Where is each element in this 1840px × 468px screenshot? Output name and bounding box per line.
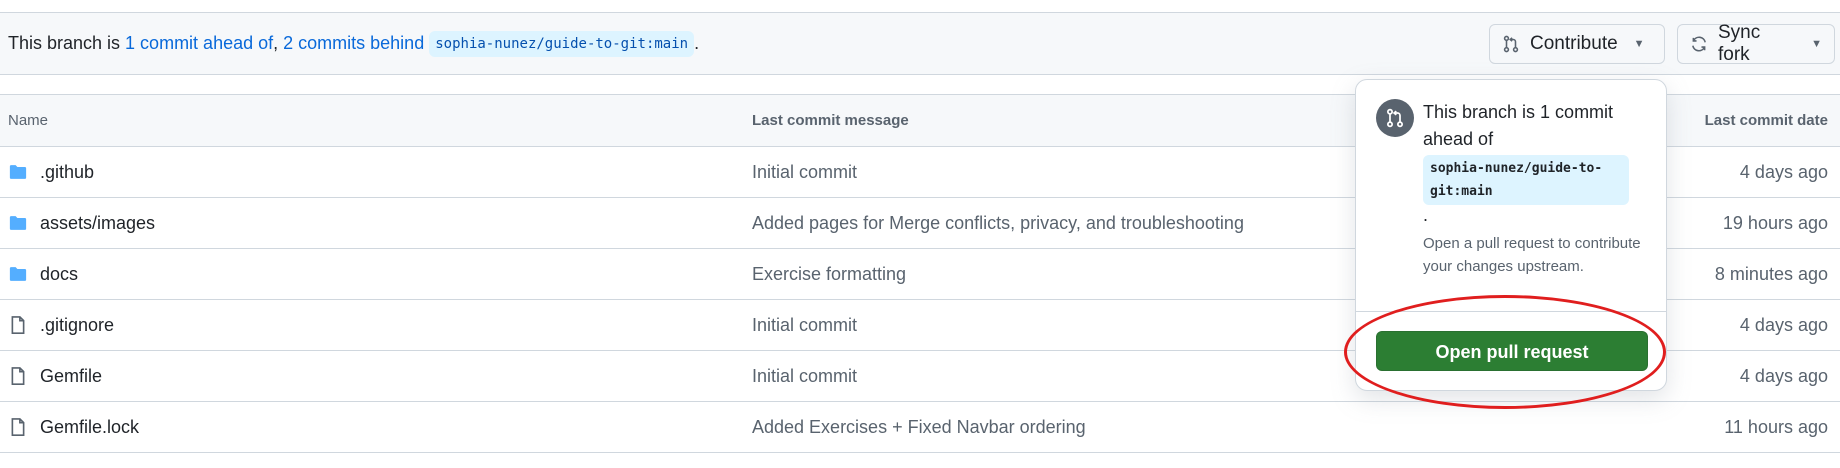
fork-status-banner: This branch is 1 commit ahead of, 2 comm… [0, 13, 1840, 75]
file-name-link[interactable]: assets/images [40, 198, 155, 248]
commit-message-link[interactable]: Exercise formatting [752, 249, 906, 299]
ahead-link[interactable]: 1 commit ahead of [125, 33, 273, 53]
sync-icon [1690, 35, 1708, 53]
commit-date: 11 hours ago [1724, 417, 1828, 437]
file-icon [8, 417, 28, 437]
commit-date: 4 days ago [1739, 162, 1828, 182]
commit-date: 8 minutes ago [1714, 264, 1828, 284]
commit-message-link[interactable]: Initial commit [752, 147, 857, 197]
contribute-label: Contribute [1530, 33, 1618, 54]
file-icon [8, 315, 28, 335]
commit-message-link[interactable]: Added pages for Merge conflicts, privacy… [752, 198, 1244, 248]
commit-date: 4 days ago [1739, 366, 1828, 386]
commit-message-link[interactable]: Added Exercises + Fixed Navbar ordering [752, 402, 1086, 452]
commit-date: 4 days ago [1739, 315, 1828, 335]
file-icon [8, 366, 28, 386]
header-name: Name [8, 112, 49, 129]
popover-title-suffix: . [1423, 205, 1429, 225]
commit-message-link[interactable]: Initial commit [752, 351, 857, 401]
file-name-link[interactable]: Gemfile [40, 351, 102, 401]
banner-separator: , [273, 33, 284, 53]
git-pull-request-icon [1376, 99, 1414, 137]
folder-icon [8, 264, 28, 284]
popover-title-text: This branch is 1 commit ahead of [1423, 102, 1614, 149]
header-last-commit-date: Last commit date [1704, 112, 1828, 129]
commit-date: 19 hours ago [1722, 213, 1828, 233]
header-last-commit-message: Last commit message [752, 112, 909, 129]
file-name-link[interactable]: .gitignore [40, 300, 114, 350]
folder-icon [8, 162, 28, 182]
branch-status-text: This branch is 1 commit ahead of, 2 comm… [8, 13, 699, 74]
file-name-link[interactable]: Gemfile.lock [40, 402, 139, 452]
banner-prefix: This branch is [8, 33, 126, 53]
sync-fork-button[interactable]: Sync fork ▼ [1677, 22, 1835, 65]
behind-link[interactable]: 2 commits behind [283, 33, 424, 53]
folder-icon [8, 213, 28, 233]
contribute-popover: This branch is 1 commit ahead of sophia-… [1355, 79, 1667, 391]
banner-suffix: . [694, 33, 700, 53]
chevron-down-icon: ▼ [1633, 38, 1645, 50]
file-name-link[interactable]: docs [40, 249, 78, 299]
chevron-down-icon: ▼ [1811, 38, 1822, 50]
contribute-button[interactable]: Contribute ▼ [1489, 24, 1665, 64]
upstream-branch-pill: sophia-nunez/guide-to-git:main [429, 31, 695, 57]
open-pull-request-button[interactable]: Open pull request [1376, 331, 1648, 371]
popover-divider [1356, 311, 1666, 312]
sync-fork-label: Sync fork [1718, 22, 1761, 65]
popover-title: This branch is 1 commit ahead of sophia-… [1423, 99, 1643, 225]
table-row[interactable]: Gemfile.lock Added Exercises + Fixed Nav… [0, 402, 1840, 453]
popover-description: Open a pull request to contribute your c… [1423, 235, 1641, 275]
upstream-branch-pill: sophia-nunez/guide-to-git:main [1423, 155, 1629, 205]
file-name-link[interactable]: .github [40, 147, 94, 197]
git-pull-request-icon [1502, 35, 1520, 53]
commit-message-link[interactable]: Initial commit [752, 300, 857, 350]
